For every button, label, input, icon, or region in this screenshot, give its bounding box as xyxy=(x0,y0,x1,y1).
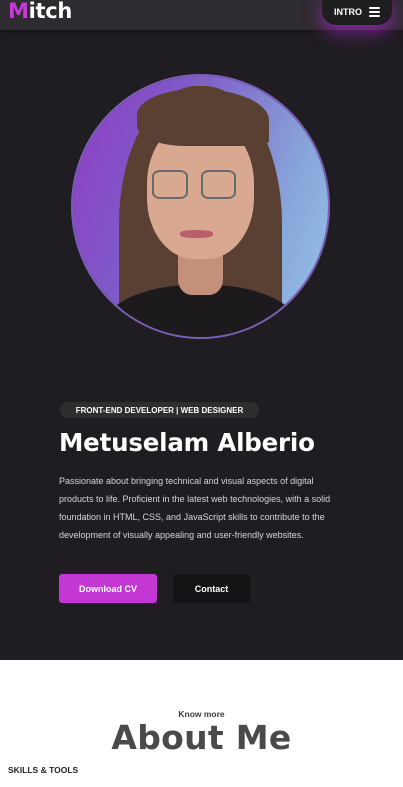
contact-button[interactable]: Contact xyxy=(173,574,250,603)
skills-tools-label: SKILLS & TOOLS xyxy=(8,765,79,775)
hero-name: Metuselam Alberio xyxy=(59,428,315,457)
logo-text: itch xyxy=(28,0,73,23)
nav-menu-label: INTRO xyxy=(334,7,362,17)
hero-section: FRONT-END DEVELOPER | WEB DESIGNER Metus… xyxy=(0,30,403,660)
hero-bio: Passionate about bringing technical and … xyxy=(59,476,331,540)
download-cv-button[interactable]: Download CV xyxy=(59,574,157,603)
profile-photo xyxy=(73,76,328,337)
hamburger-icon xyxy=(369,7,380,17)
nav-menu-button[interactable]: INTRO xyxy=(322,0,392,25)
logo-initial: M xyxy=(8,0,29,23)
site-logo[interactable]: Mitch xyxy=(8,0,72,23)
about-title: About Me xyxy=(111,718,292,757)
role-badge: FRONT-END DEVELOPER | WEB DESIGNER xyxy=(60,402,259,418)
site-header: Mitch INTRO xyxy=(0,0,403,30)
